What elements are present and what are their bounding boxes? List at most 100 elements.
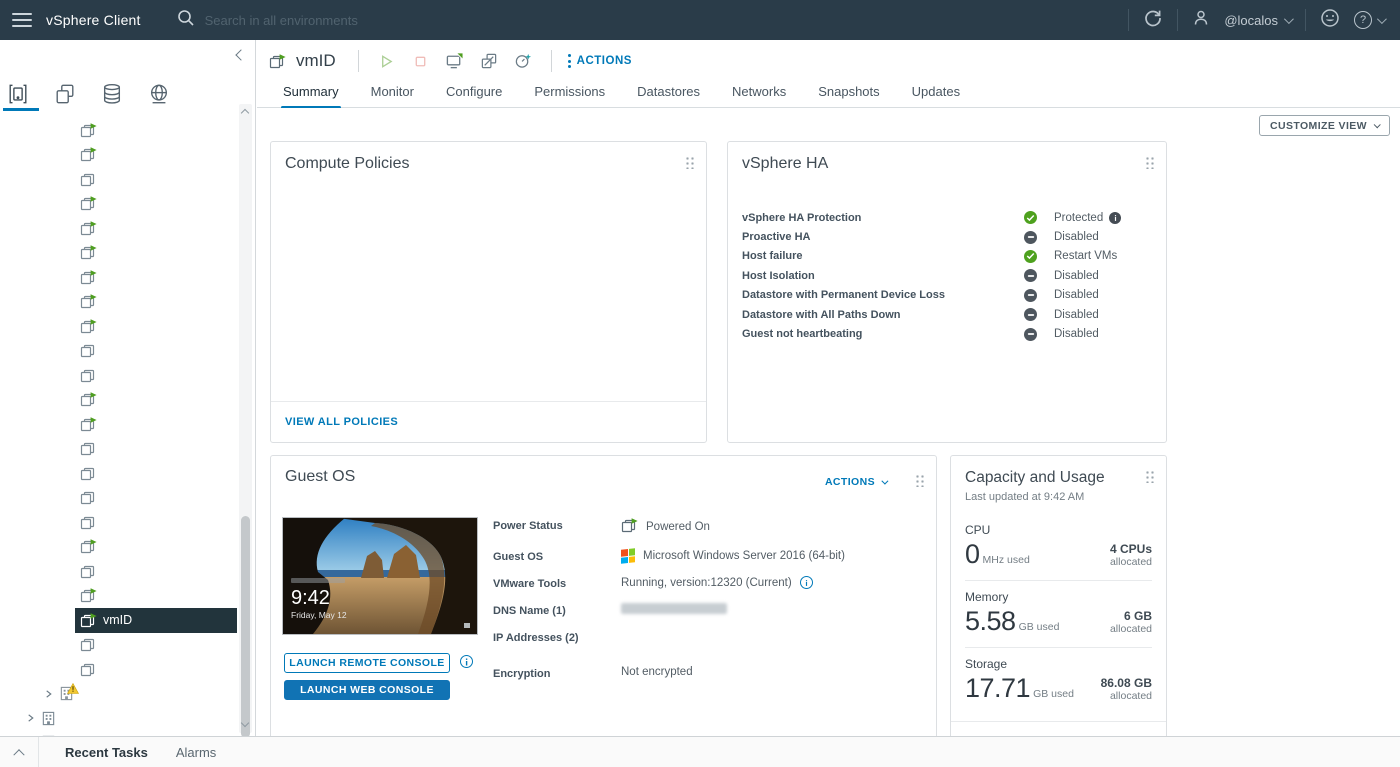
divider: [1305, 9, 1306, 31]
tree-item-vm[interactable]: [0, 559, 237, 584]
migrate-icon[interactable]: [477, 49, 501, 73]
tree-item-vm[interactable]: [0, 265, 237, 290]
tree-item-vm[interactable]: [0, 437, 237, 462]
guest-os-field-value: Microsoft Windows Server 2016 (64-bit): [643, 550, 845, 562]
tab-configure[interactable]: Configure: [444, 82, 504, 107]
tab-permissions[interactable]: Permissions: [532, 82, 607, 107]
divider: [551, 50, 552, 72]
power-on-icon[interactable]: [375, 49, 399, 73]
drag-handle-icon[interactable]: [915, 474, 924, 487]
expand-caret-icon[interactable]: [26, 713, 35, 723]
feedback-icon[interactable]: [1320, 8, 1340, 33]
status-ok-icon: [1024, 211, 1037, 224]
chevron-down-icon: [1284, 14, 1294, 24]
drag-handle-icon[interactable]: [685, 156, 694, 169]
tab-monitor[interactable]: Monitor: [369, 82, 416, 107]
power-off-icon[interactable]: [409, 49, 433, 73]
chevron-down-icon: [881, 477, 888, 484]
vm-icon: [80, 123, 97, 138]
vm-icon: [80, 245, 97, 260]
refresh-icon[interactable]: [1143, 8, 1163, 33]
status-ok-icon: [1024, 250, 1037, 263]
console-screenshot[interactable]: 9:42 Friday, May 12: [282, 517, 478, 635]
tree-item-vm[interactable]: [0, 657, 237, 682]
capacity-label: Storage: [965, 657, 1152, 671]
tree-item-vm[interactable]: [0, 412, 237, 437]
tree-item-vm[interactable]: [0, 510, 237, 535]
guest-os-actions-button[interactable]: ACTIONS: [825, 476, 886, 488]
remote-console-info-icon[interactable]: [460, 655, 473, 668]
tree-item-vm[interactable]: [0, 143, 237, 168]
drag-handle-icon[interactable]: [1145, 470, 1154, 483]
vm-icon: [80, 343, 97, 358]
tree-item-vm[interactable]: [0, 388, 237, 413]
tree-item-vm[interactable]: [0, 192, 237, 217]
tab-summary[interactable]: Summary: [281, 82, 341, 107]
ha-row-value: Disabled: [1054, 328, 1099, 340]
tree-item-vm[interactable]: [0, 290, 237, 315]
scroll-down-icon[interactable]: [241, 720, 250, 729]
scroll-up-icon[interactable]: [241, 108, 250, 117]
inventory-nav: [0, 74, 255, 114]
tree-item-vm[interactable]: [0, 216, 237, 241]
view-all-policies-link[interactable]: VIEW ALL POLICIES: [285, 416, 398, 428]
launch-remote-console-button[interactable]: LAUNCH REMOTE CONSOLE: [284, 653, 450, 673]
guest-os-field: IP Addresses (2): [493, 630, 922, 644]
customize-view-button[interactable]: CUSTOMIZE VIEW: [1259, 115, 1390, 136]
vm-titlebar: vmID ACTIONS: [257, 40, 1400, 82]
search-placeholder: Search in all environments: [205, 13, 358, 28]
tree-item-vm[interactable]: [0, 486, 237, 511]
tree-item-vm[interactable]: [0, 339, 237, 364]
help-icon: ?: [1354, 11, 1372, 29]
expand-panel-icon[interactable]: [0, 748, 38, 756]
guest-os-field-label: Power Status: [493, 518, 621, 532]
ha-row-value: Disabled: [1054, 270, 1099, 282]
launch-console-icon[interactable]: [443, 49, 467, 73]
info-icon[interactable]: [800, 576, 813, 589]
tab-updates[interactable]: Updates: [910, 82, 962, 107]
card-title: Compute Policies: [285, 155, 410, 173]
tab-snapshots[interactable]: Snapshots: [816, 82, 881, 107]
nav-hosts-and-clusters[interactable]: [6, 79, 30, 109]
tree-item-vm[interactable]: [0, 633, 237, 658]
bottom-tab-alarms[interactable]: Alarms: [176, 745, 216, 760]
tree-item-cluster[interactable]: [0, 706, 237, 731]
bottom-tab-recent-tasks[interactable]: Recent Tasks: [65, 745, 148, 760]
nav-vms-and-templates[interactable]: [53, 79, 77, 109]
nav-storage[interactable]: [100, 79, 124, 109]
snapshot-icon[interactable]: [511, 49, 535, 73]
status-disabled-icon: [1024, 269, 1037, 282]
tree-item-host[interactable]: [0, 682, 237, 707]
guest-os-field: Power Status Powered On: [493, 518, 922, 536]
status-disabled-icon: [1024, 308, 1037, 321]
info-icon[interactable]: [1109, 212, 1121, 224]
tree-item-vm[interactable]: [0, 461, 237, 486]
tree-item-vm[interactable]: [0, 118, 237, 143]
tree-item-vm[interactable]: vmID: [75, 608, 237, 633]
launch-web-console-button[interactable]: LAUNCH WEB CONSOLE: [284, 680, 450, 700]
menu-icon[interactable]: [12, 13, 32, 27]
tree-item-vm[interactable]: [0, 167, 237, 192]
nav-networking[interactable]: [147, 79, 171, 109]
user-menu[interactable]: @localos: [1224, 13, 1291, 28]
tree-item-vm[interactable]: [0, 363, 237, 388]
tree-item-vm[interactable]: [0, 241, 237, 266]
help-menu[interactable]: ?: [1354, 11, 1384, 29]
drag-handle-icon[interactable]: [1145, 156, 1154, 169]
global-search[interactable]: Search in all environments: [177, 9, 1129, 32]
tree-item-vm[interactable]: [0, 535, 237, 560]
tree-item-vm[interactable]: [0, 584, 237, 609]
ha-status-row: Host failureRestart VMs: [742, 247, 1152, 266]
expand-caret-icon[interactable]: [44, 689, 53, 699]
tab-datastores[interactable]: Datastores: [635, 82, 702, 107]
user-icon[interactable]: [1192, 9, 1210, 32]
tab-networks[interactable]: Networks: [730, 82, 788, 107]
tree-item-vm[interactable]: [0, 314, 237, 339]
sidebar-scrollbar[interactable]: [239, 104, 252, 733]
collapse-sidebar-icon[interactable]: [233, 49, 247, 63]
scrollbar-thumb[interactable]: [241, 516, 250, 738]
lockscreen-time: 9:42: [291, 587, 330, 609]
guest-os-field-value: Powered On: [646, 521, 710, 533]
guest-os-field-label: DNS Name (1): [493, 603, 621, 617]
vm-actions-button[interactable]: ACTIONS: [568, 54, 632, 68]
